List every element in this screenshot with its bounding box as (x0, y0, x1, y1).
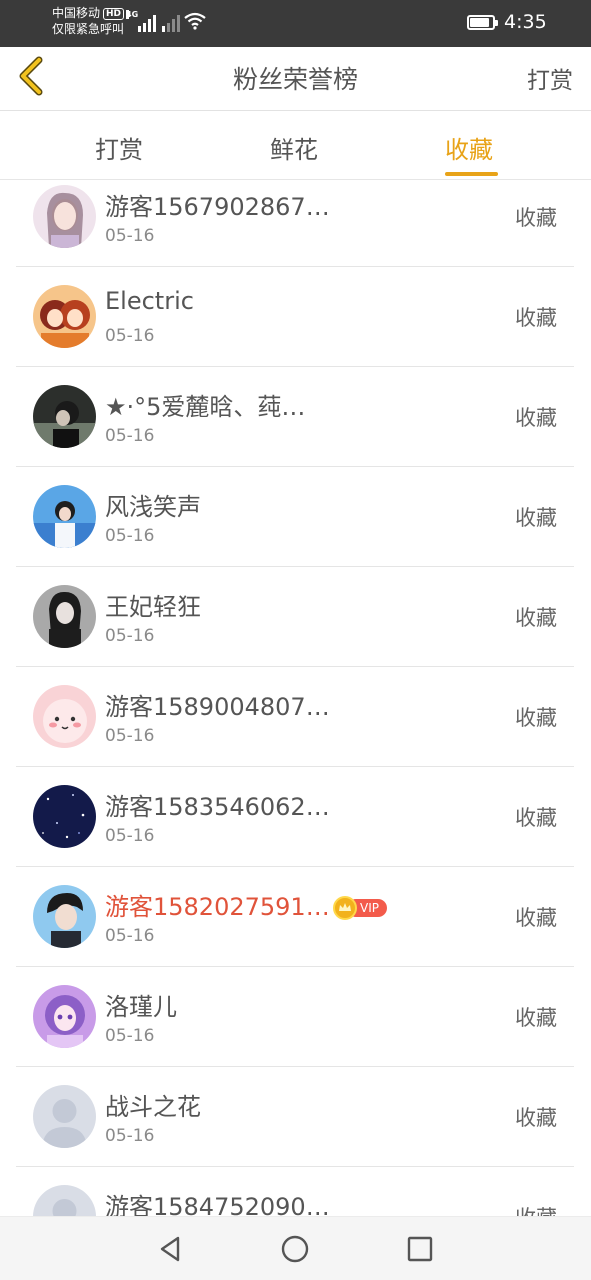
vip-badge: VIP (333, 896, 388, 920)
action-label: 收藏 (515, 1006, 557, 1030)
favorite-date: 05-16 (105, 226, 155, 246)
carrier-info: 中国移动 HD 仅限紧急呼叫 (52, 6, 125, 37)
user-name: 游客1584752090… (105, 1193, 330, 1216)
list-item[interactable]: Electric 05-16 收藏 (16, 267, 574, 367)
tab-flowers[interactable]: 鲜花 (270, 130, 318, 165)
favorite-date: 05-16 (105, 426, 155, 446)
list-item[interactable]: 游客1589004807… 05-16 收藏 (16, 667, 574, 767)
tab-reward[interactable]: 打赏 (95, 130, 143, 165)
user-name: ★·°5爱麓晗、莼… (105, 393, 306, 421)
user-name: 游客1589004807… (105, 693, 330, 721)
favorite-date: 05-16 (105, 1026, 155, 1046)
favorite-date: 05-16 (105, 526, 155, 546)
home-circle-icon[interactable] (278, 1232, 312, 1266)
list-item[interactable]: 王妃轻狂 05-16 收藏 (16, 567, 574, 667)
signal-no-service-icon (162, 14, 180, 32)
signal-4g-icon: 4G (126, 10, 156, 32)
user-name: 战斗之花 (105, 1093, 201, 1121)
user-name: 游客1567902867… (105, 193, 330, 221)
list-item[interactable]: 游客1584752090…05-16收藏 (16, 1167, 574, 1216)
favorite-date: 05-16 (105, 726, 155, 746)
system-nav-bar (0, 1216, 591, 1280)
hd-badge: HD (103, 8, 125, 20)
avatar[interactable] (33, 285, 96, 348)
user-name: Electric (105, 287, 194, 315)
avatar[interactable] (33, 185, 96, 248)
user-name: 风浅笑声 (105, 493, 201, 521)
fan-list: 游客1567902867… 05-16 收藏 Electric 05-16 收藏 ★·°5爱… (0, 181, 591, 1216)
avatar[interactable] (33, 985, 96, 1048)
action-label: 收藏 (515, 1202, 557, 1216)
emergency-text: 仅限紧急呼叫 (52, 22, 125, 36)
action-label: 收藏 (515, 1106, 557, 1130)
list-item[interactable]: 游客1567902867… 05-16 收藏 (16, 181, 574, 267)
avatar[interactable] (33, 1185, 96, 1216)
active-tab-indicator (445, 172, 498, 176)
action-label: 收藏 (515, 406, 557, 430)
favorite-date: 05-16 (105, 926, 155, 946)
favorite-date: 05-16 (105, 326, 155, 346)
list-item[interactable]: ★·°5爱麓晗、莼… 05-16 收藏 (16, 367, 574, 467)
user-name: 游客1582027591… (105, 893, 330, 921)
reward-button[interactable]: 打赏 (527, 61, 573, 95)
action-label: 收藏 (515, 606, 557, 630)
favorite-date: 05-16 (105, 626, 155, 646)
back-triangle-icon[interactable] (154, 1232, 188, 1266)
clock: 4:35 (504, 11, 547, 33)
crown-icon (333, 896, 357, 920)
action-label: 收藏 (515, 706, 557, 730)
action-label: 收藏 (515, 306, 557, 330)
wifi-icon (184, 12, 206, 34)
list-item[interactable]: 洛瑾儿 05-16 收藏 (16, 967, 574, 1067)
action-label: 收藏 (515, 206, 557, 230)
list-item[interactable]: 游客1582027591… VIP 05-16 收藏 (16, 867, 574, 967)
battery-icon (467, 15, 498, 30)
favorite-date: 05-16 (105, 1126, 155, 1146)
tab-favorites[interactable]: 收藏 (445, 130, 493, 165)
user-name: 游客1583546062… (105, 793, 330, 821)
avatar[interactable] (33, 485, 96, 548)
avatar[interactable] (33, 1085, 96, 1148)
avatar[interactable] (33, 385, 96, 448)
user-name: 王妃轻狂 (105, 593, 201, 621)
action-label: 收藏 (515, 506, 557, 530)
list-item[interactable]: 战斗之花 05-16 收藏 (16, 1067, 574, 1167)
action-label: 收藏 (515, 906, 557, 930)
signal-icons: 4G (126, 10, 180, 32)
carrier-name: 中国移动 (52, 6, 101, 20)
page-title: 粉丝荣誉榜 (232, 65, 358, 94)
user-name: 洛瑾儿 (105, 993, 177, 1021)
action-label: 收藏 (515, 806, 557, 830)
avatar[interactable] (33, 685, 96, 748)
tab-bar: 打赏 鲜花 收藏 (0, 112, 591, 180)
avatar[interactable] (33, 885, 96, 948)
avatar[interactable] (33, 785, 96, 848)
app-header: 粉丝荣誉榜 打赏 (0, 47, 591, 111)
status-bar: 中国移动 HD 仅限紧急呼叫 4G 4:35 (0, 0, 591, 47)
list-item[interactable]: 风浅笑声 05-16 收藏 (16, 467, 574, 567)
avatar[interactable] (33, 585, 96, 648)
recents-square-icon[interactable] (403, 1232, 437, 1266)
favorite-date: 05-16 (105, 826, 155, 846)
list-item[interactable]: 游客1583546062… 05-16 收藏 (16, 767, 574, 867)
